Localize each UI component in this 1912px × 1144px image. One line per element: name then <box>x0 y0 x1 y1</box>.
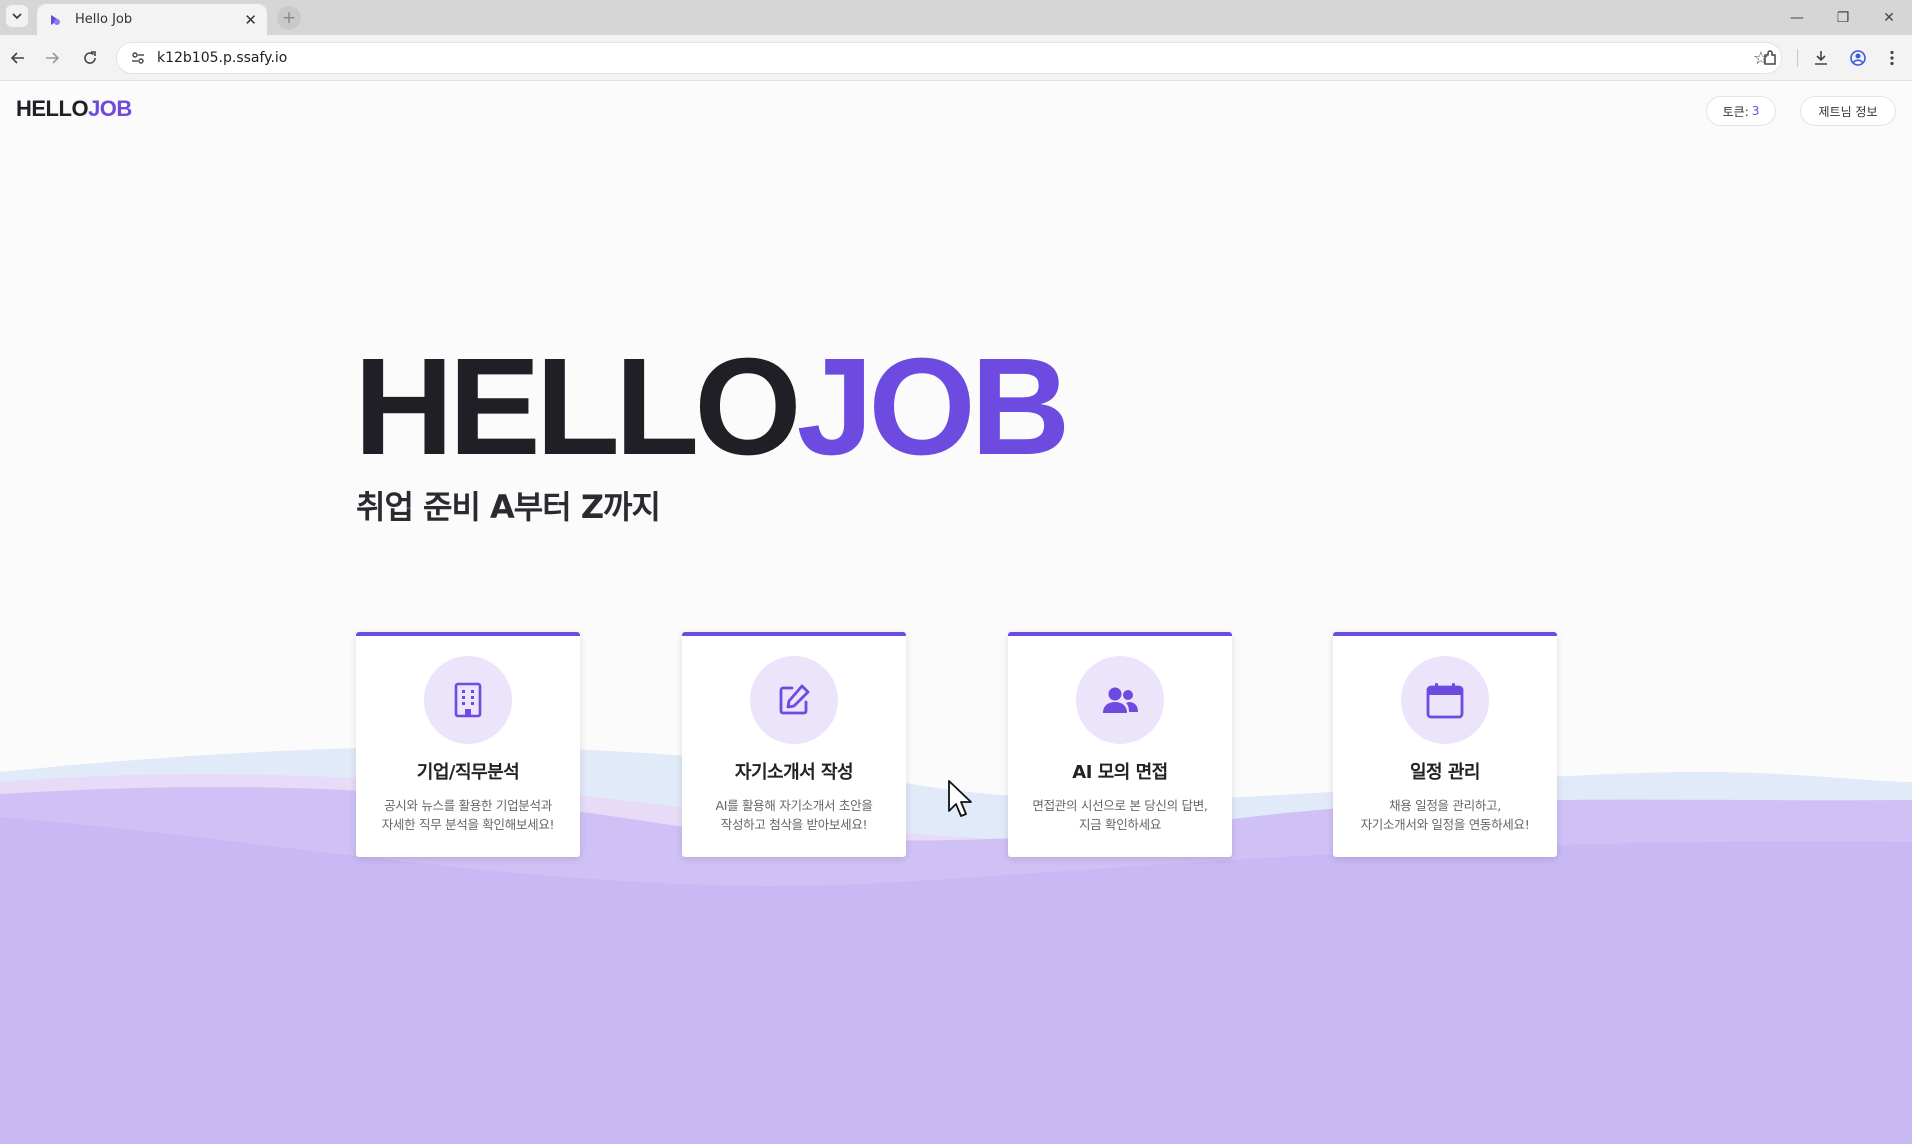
browser-tab-bar: Hello Job ✕ + — ❐ ✕ <box>0 0 1912 35</box>
minimize-icon[interactable]: — <box>1774 0 1820 35</box>
building-icon <box>454 682 482 718</box>
card-description: 공시와 뉴스를 활용한 기업분석과 자세한 직무 분석을 확인해보세요! <box>382 796 555 834</box>
site-favicon-icon <box>47 12 63 28</box>
hero-title-job: JOB <box>796 330 1071 484</box>
card-title: 기업/직무분석 <box>416 762 520 783</box>
header-logo[interactable]: HELLOJOB <box>16 96 132 122</box>
mouse-cursor-icon <box>948 780 972 817</box>
card-cover-letter[interactable]: 자기소개서 작성 AI를 활용해 자기소개서 초안을 작성하고 첨삭을 받아보세… <box>682 632 906 857</box>
browser-toolbar: k12b105.p.ssafy.io ☆ <box>0 35 1912 81</box>
reload-icon[interactable] <box>78 46 102 70</box>
card-title: AI 모의 면접 <box>1072 762 1168 783</box>
card-title: 자기소개서 작성 <box>734 762 854 783</box>
card-ai-interview[interactable]: AI 모의 면접 면접관의 시선으로 본 당신의 답변, 지금 확인하세요 <box>1008 632 1232 857</box>
card-icon-circle <box>750 656 838 744</box>
card-desc-line: 자세한 직무 분석을 확인해보세요! <box>381 817 555 832</box>
card-desc-line: 채용 일정을 관리하고, <box>1389 798 1501 813</box>
card-description: AI를 활용해 자기소개서 초안을 작성하고 첨삭을 받아보세요! <box>715 796 872 834</box>
tab-search-button[interactable] <box>6 5 28 27</box>
chevron-down-icon <box>12 13 22 20</box>
user-info-label: 제트님 정보 <box>1818 104 1878 119</box>
window-controls: — ❐ ✕ <box>1774 0 1912 35</box>
window-close-icon[interactable]: ✕ <box>1866 0 1912 35</box>
tab-title: Hello Job <box>75 12 133 27</box>
card-title: 일정 관리 <box>1409 762 1481 783</box>
forward-icon[interactable] <box>40 46 64 70</box>
logo-text-job: JOB <box>88 96 132 121</box>
card-desc-line: 지금 확인하세요 <box>1078 817 1162 832</box>
card-icon-circle <box>424 656 512 744</box>
address-bar[interactable]: k12b105.p.ssafy.io ☆ <box>116 42 1782 74</box>
toolbar-divider <box>1797 49 1798 67</box>
browser-tab[interactable]: Hello Job ✕ <box>37 4 267 35</box>
card-desc-line: 공시와 뉴스를 활용한 기업분석과 <box>384 798 552 813</box>
card-description: 채용 일정을 관리하고, 자기소개서와 일정을 연동하세요! <box>1361 796 1530 834</box>
token-label: 토큰: <box>1722 104 1749 119</box>
background-waves <box>0 747 1912 1144</box>
profile-icon[interactable] <box>1846 46 1870 70</box>
logo-text-hello: HELLO <box>16 96 89 121</box>
card-company-analysis[interactable]: 기업/직무분석 공시와 뉴스를 활용한 기업분석과 자세한 직무 분석을 확인해… <box>356 632 580 857</box>
card-desc-line: AI를 활용해 자기소개서 초안을 <box>715 798 873 813</box>
restore-icon[interactable]: ❐ <box>1820 0 1866 35</box>
page-viewport: HELLOJOB 토큰: 3 제트님 정보 HELLOJOB 취업 준비 A부터 … <box>0 82 1912 1144</box>
card-description: 면접관의 시선으로 본 당신의 답변, 지금 확인하세요 <box>1032 796 1207 834</box>
token-count: 3 <box>1751 104 1760 118</box>
extensions-icon[interactable] <box>1758 46 1782 70</box>
card-desc-line: 자기소개서와 일정을 연동하세요! <box>1360 817 1530 832</box>
site-info-icon[interactable] <box>129 49 147 67</box>
calendar-icon <box>1426 683 1464 719</box>
tab-close-icon[interactable]: ✕ <box>244 11 257 29</box>
card-icon-circle <box>1401 656 1489 744</box>
card-desc-line: 면접관의 시선으로 본 당신의 답변, <box>1032 798 1208 813</box>
menu-dots-icon[interactable] <box>1880 46 1904 70</box>
back-icon[interactable] <box>6 46 30 70</box>
download-icon[interactable] <box>1809 46 1833 70</box>
card-desc-line: 작성하고 첨삭을 받아보세요! <box>720 817 868 832</box>
edit-icon <box>779 684 810 715</box>
new-tab-button[interactable]: + <box>277 6 301 30</box>
card-schedule[interactable]: 일정 관리 채용 일정을 관리하고, 자기소개서와 일정을 연동하세요! <box>1333 632 1557 857</box>
hero-title-hello: HELLO <box>354 330 802 484</box>
card-icon-circle <box>1076 656 1164 744</box>
hero-subtitle: 취업 준비 A부터 Z까지 <box>356 488 661 526</box>
token-badge[interactable]: 토큰: 3 <box>1706 96 1776 126</box>
hero-title: HELLOJOB <box>354 338 1070 476</box>
users-icon <box>1103 687 1138 713</box>
url-text: k12b105.p.ssafy.io <box>157 50 288 66</box>
user-info-button[interactable]: 제트님 정보 <box>1800 96 1896 126</box>
